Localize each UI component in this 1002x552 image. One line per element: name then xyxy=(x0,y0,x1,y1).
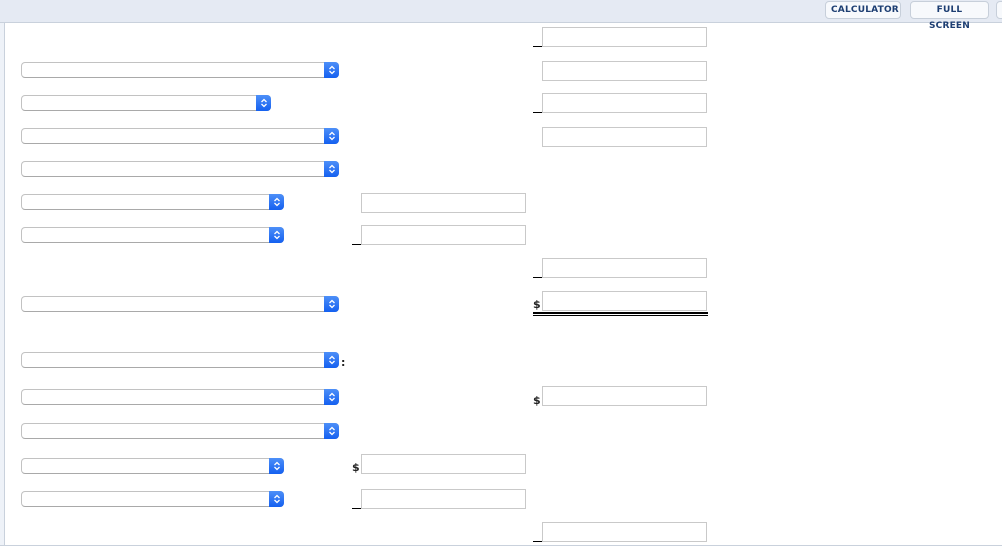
account-select-9[interactable] xyxy=(21,389,339,405)
amount-input-col1-1[interactable] xyxy=(361,193,526,213)
dollar-sign: $ xyxy=(533,298,541,311)
account-select-11[interactable] xyxy=(21,458,284,474)
amount-input-col2-5[interactable] xyxy=(542,258,707,278)
account-select-3[interactable] xyxy=(21,128,339,144)
chevron-up-down-icon[interactable] xyxy=(269,458,284,474)
underline-marker xyxy=(533,46,542,47)
chevron-up-down-icon[interactable] xyxy=(269,491,284,507)
amount-input-col2-4[interactable] xyxy=(542,127,707,147)
amount-input-col2-1[interactable] xyxy=(542,27,707,47)
chevron-up-down-icon[interactable] xyxy=(324,389,339,405)
chevron-up-down-icon[interactable] xyxy=(324,423,339,439)
total-input[interactable] xyxy=(542,291,707,311)
chevron-up-down-icon[interactable] xyxy=(324,352,339,368)
dollar-sign: $ xyxy=(533,394,541,407)
account-select-10[interactable] xyxy=(21,423,339,439)
underline-marker xyxy=(533,277,542,278)
dollar-sign: $ xyxy=(352,461,360,474)
double-underline xyxy=(533,312,708,316)
amount-input-col1-2[interactable] xyxy=(361,225,526,245)
toolbar-button-partial[interactable] xyxy=(996,1,1002,19)
amount-input-col2-3[interactable] xyxy=(542,93,707,113)
account-select-12[interactable] xyxy=(21,491,284,507)
underline-marker xyxy=(533,541,542,542)
amount-input-col1-3[interactable] xyxy=(361,454,526,474)
chevron-up-down-icon[interactable] xyxy=(324,296,339,312)
account-select-2[interactable] xyxy=(21,95,271,111)
chevron-up-down-icon[interactable] xyxy=(324,161,339,177)
top-toolbar: CALCULATOR FULL SCREEN xyxy=(0,0,1002,31)
calculator-button[interactable]: CALCULATOR xyxy=(825,1,901,19)
full-screen-button[interactable]: FULL SCREEN xyxy=(910,1,989,31)
account-select-7[interactable] xyxy=(21,296,339,312)
amount-input-col1-4[interactable] xyxy=(361,489,526,509)
chevron-up-down-icon[interactable] xyxy=(269,227,284,243)
amount-input-col2-8[interactable] xyxy=(542,522,707,542)
account-select-1[interactable] xyxy=(21,62,339,78)
chevron-up-down-icon[interactable] xyxy=(269,194,284,210)
left-border xyxy=(0,23,5,545)
underline-marker xyxy=(352,508,361,509)
underline-marker xyxy=(533,112,542,113)
account-select-5[interactable] xyxy=(21,194,284,210)
amount-input-col2-2[interactable] xyxy=(542,61,707,81)
chevron-up-down-icon[interactable] xyxy=(256,95,271,111)
account-select-6[interactable] xyxy=(21,227,284,243)
account-select-4[interactable] xyxy=(21,161,339,177)
amount-input-col2-7[interactable] xyxy=(542,386,707,406)
colon-label: : xyxy=(341,356,346,369)
bottom-divider xyxy=(0,545,1002,546)
chevron-up-down-icon[interactable] xyxy=(324,62,339,78)
chevron-up-down-icon[interactable] xyxy=(324,128,339,144)
underline-marker xyxy=(352,244,361,245)
account-select-8[interactable] xyxy=(21,352,339,368)
